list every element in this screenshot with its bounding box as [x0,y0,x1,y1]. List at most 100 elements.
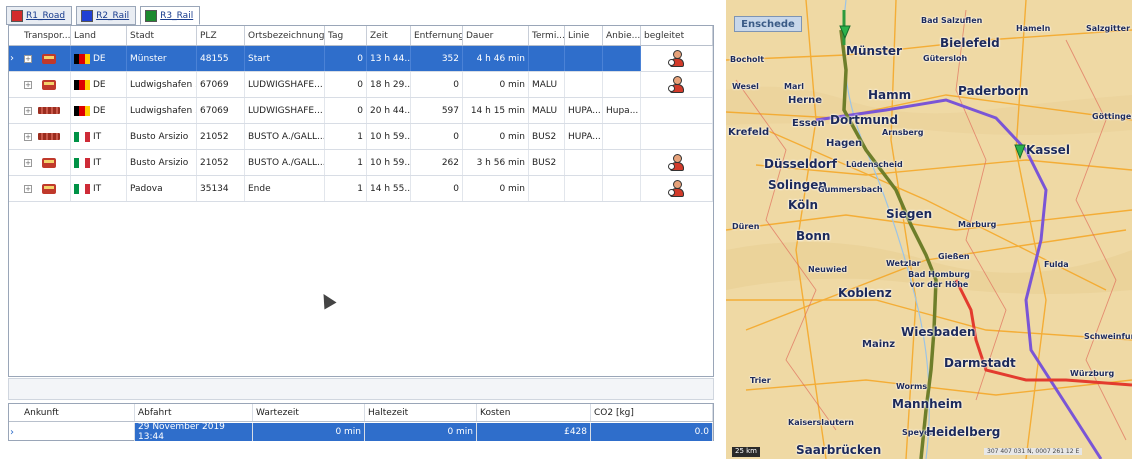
city-label: Kassel [1026,143,1070,157]
column-header-costs[interactable]: Kosten [477,404,591,421]
column-header-place[interactable]: Ortsbezeichnung [245,26,325,45]
grid-header-row: Transpor... Land Stadt PLZ Ortsbezeichnu… [9,26,713,46]
duration-cell: 4 h 46 min [463,46,529,71]
city-label: Fulda [1044,260,1069,269]
city-label: Herne [788,95,822,106]
plz-cell: 48155 [197,46,245,71]
place-cell: Ende [245,176,325,201]
country-code: DE [93,79,106,90]
day-cell: 0 [325,98,367,123]
city-label: Mannheim [892,397,963,411]
rail-color-swatch [145,9,158,22]
table-row[interactable]: + DE Ludwigshafen ... 67069 LUDWIGSHAFE.… [9,72,713,98]
tab-r3-rail[interactable]: R3_Rail [140,6,201,25]
provider-cell [603,150,641,175]
city-label: Marl [784,82,805,91]
column-header-holding-time[interactable]: Haltezeit [365,404,477,421]
escorted-cell[interactable] [641,72,713,97]
city-label: Neuwied [808,265,848,274]
column-header-time[interactable]: Zeit [367,26,411,45]
costs-cell: £428 [477,423,591,441]
table-row[interactable]: + DE Ludwigshafen ... 67069 LUDWIGSHAFE.… [9,98,713,124]
city-label: Salzgitter [1086,24,1131,33]
column-header-waiting-time[interactable]: Wartezeit [253,404,365,421]
tab-r1-road[interactable]: R1_Road [6,6,73,25]
italy-flag-icon [74,183,90,194]
plz-cell: 21052 [197,150,245,175]
escorted-cell[interactable] [641,124,713,149]
column-header-escorted[interactable]: begleitet [641,26,713,45]
train-icon [38,107,60,114]
column-header-transport[interactable]: Transpor... [21,26,71,45]
time-cell: 20 h 44... [367,98,411,123]
truck-icon [42,53,56,64]
route-map[interactable]: Enschede Bad Salzuflen Hameln Salzgitter… [726,0,1132,459]
day-cell: 0 [325,46,367,71]
place-cell: LUDWIGSHAFE... [245,98,325,123]
duration-cell: 0 min [463,176,529,201]
distance-cell: 352 [411,46,463,71]
column-header-duration[interactable]: Dauer [463,26,529,45]
summary-row[interactable]: › 29 November 2019 13:44 0 min 0 min £42… [9,422,713,442]
column-header-day[interactable]: Tag [325,26,367,45]
city-label: Essen [792,118,825,129]
holding-time-cell: 0 min [365,423,477,441]
table-row[interactable]: + IT Padova 35134 Ende 1 14 h 55... 0 0 … [9,176,713,202]
expand-icon[interactable]: + [24,132,32,141]
expand-icon[interactable]: + [24,184,32,193]
column-header-departure[interactable]: Abfahrt [135,404,253,421]
escorted-cell[interactable] [641,98,713,123]
table-row[interactable]: › + DE Münster 48155 Start 0 13 h 44... … [9,46,713,72]
truck-icon [42,79,56,90]
city-label: Hameln [1016,24,1051,33]
driver-icon [667,75,686,94]
city-cell: Busto Arsizio [127,150,197,175]
driver-icon [667,179,686,198]
column-header-city[interactable]: Stadt [127,26,197,45]
escorted-cell[interactable] [641,150,713,175]
expand-icon[interactable]: + [24,158,32,167]
column-header-line[interactable]: Linie [565,26,603,45]
day-cell: 0 [325,72,367,97]
city-label: Bocholt [730,55,765,64]
city-label: Gütersloh [923,54,968,63]
co2-cell: 0.0 [591,423,713,441]
provider-cell [603,176,641,201]
column-header-arrival[interactable]: Ankunft [21,404,135,421]
table-row[interactable]: + IT Busto Arsizio 21052 BUSTO A./GALL..… [9,150,713,176]
expand-icon[interactable]: + [24,54,32,63]
waiting-time-cell: 0 min [253,423,365,441]
city-label: Marburg [958,220,997,229]
country-code: IT [93,183,102,194]
row-indicator-icon: › [10,426,14,438]
table-row[interactable]: + IT Busto Arsizio 21052 BUSTO A./GALL..… [9,124,713,150]
germany-flag-icon [74,79,90,90]
escorted-cell[interactable] [641,176,713,201]
expand-icon[interactable]: + [24,80,32,89]
city-label: Hagen [826,138,863,149]
city-label: Paderborn [958,84,1029,98]
city-label: Bielefeld [940,36,1000,50]
time-cell: 10 h 59... [367,124,411,149]
italy-flag-icon [74,157,90,168]
line-cell: HUPA... [565,124,603,149]
row-indicator-icon: › [10,53,14,64]
column-header-distance[interactable]: Entfernung [411,26,463,45]
map-scale-bar: 25 km [732,447,761,457]
overview-map-button[interactable]: Enschede [734,16,802,32]
column-header-provider[interactable]: Anbie... [603,26,641,45]
train-icon [38,133,60,140]
terminal-cell [529,46,565,71]
map-canvas [726,0,1132,459]
place-cell: BUSTO A./GALL... [245,124,325,149]
day-cell: 1 [325,150,367,175]
expand-icon[interactable]: + [24,106,32,115]
column-header-plz[interactable]: PLZ [197,26,245,45]
column-header-terminal[interactable]: Termi... [529,26,565,45]
escorted-cell[interactable] [641,46,713,71]
city-cell: Busto Arsizio [127,124,197,149]
tab-r2-rail[interactable]: R2_Rail [76,6,137,25]
column-header-co2[interactable]: CO2 [kg] [591,404,713,421]
line-cell [565,176,603,201]
column-header-country[interactable]: Land [71,26,127,45]
